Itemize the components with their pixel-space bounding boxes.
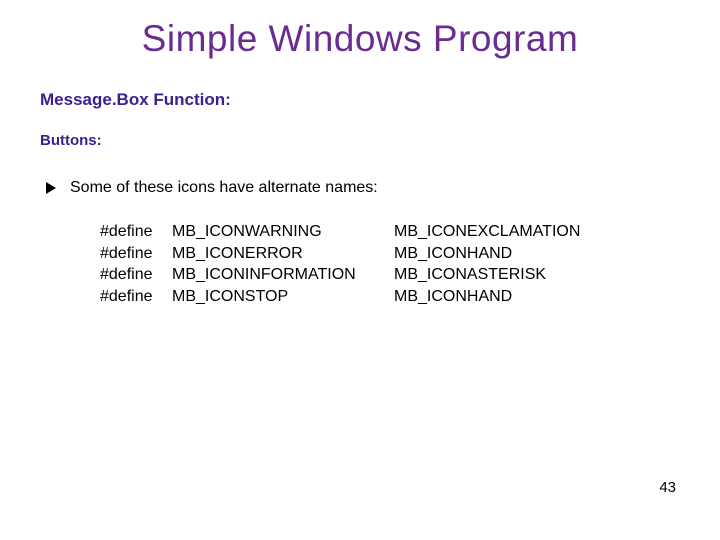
arrow-right-icon xyxy=(46,182,56,194)
define-value: MB_ICONEXCLAMATION xyxy=(394,221,580,243)
define-row: #define MB_ICONINFORMATION MB_ICONASTERI… xyxy=(100,264,680,286)
define-name: MB_ICONSTOP xyxy=(172,286,394,308)
page-number: 43 xyxy=(659,479,676,496)
define-value: MB_ICONASTERISK xyxy=(394,264,546,286)
define-row: #define MB_ICONSTOP MB_ICONHAND xyxy=(100,286,680,308)
define-keyword: #define xyxy=(100,221,172,243)
define-row: #define MB_ICONWARNING MB_ICONEXCLAMATIO… xyxy=(100,221,680,243)
define-name: MB_ICONINFORMATION xyxy=(172,264,394,286)
define-keyword: #define xyxy=(100,286,172,308)
define-keyword: #define xyxy=(100,264,172,286)
bullet-text: Some of these icons have alternate names… xyxy=(70,179,378,197)
define-keyword: #define xyxy=(100,243,172,265)
define-row: #define MB_ICONERROR MB_ICONHAND xyxy=(100,243,680,265)
define-name: MB_ICONERROR xyxy=(172,243,394,265)
slide-title: Simple Windows Program xyxy=(40,18,680,60)
defines-block: #define MB_ICONWARNING MB_ICONEXCLAMATIO… xyxy=(100,221,680,307)
define-name: MB_ICONWARNING xyxy=(172,221,394,243)
function-subtitle: Message.Box Function: xyxy=(40,90,680,110)
bullet-item: Some of these icons have alternate names… xyxy=(40,179,680,197)
buttons-section-label: Buttons: xyxy=(40,132,680,149)
define-value: MB_ICONHAND xyxy=(394,286,512,308)
define-value: MB_ICONHAND xyxy=(394,243,512,265)
